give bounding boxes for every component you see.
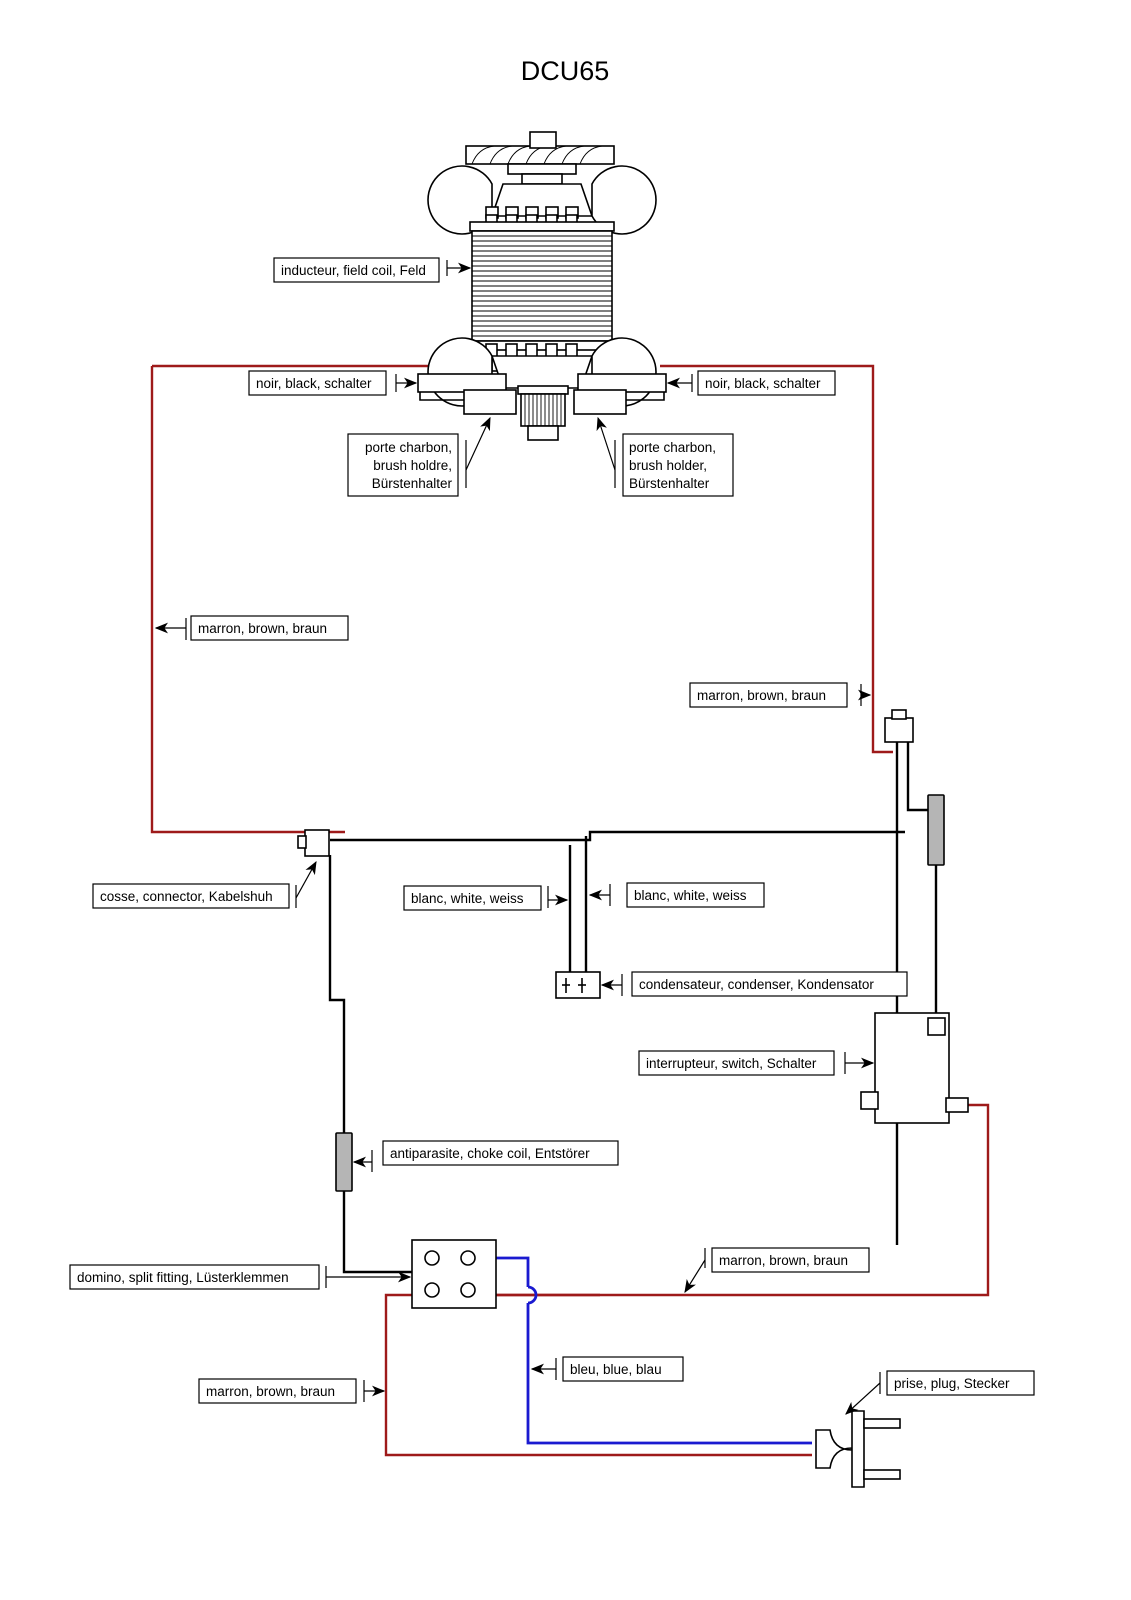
wire-black-top-horizontal	[330, 830, 905, 842]
label-field-coil: inducteur, field coil, Feld	[281, 263, 426, 278]
label-brush-left-1: porte charbon,	[365, 440, 452, 455]
terminal-block[interactable]	[411, 1239, 497, 1309]
label-domino: domino, split fitting, Lüsterklemmen	[77, 1270, 289, 1285]
brush-holder-left[interactable]	[463, 389, 517, 415]
terminal-hole-2	[460, 1250, 476, 1266]
wire-black-choke-to-domino	[342, 1187, 412, 1274]
label-blue: bleu, blue, blau	[570, 1362, 662, 1377]
fan-hub	[521, 173, 563, 185]
label-white-right: blanc, white, weiss	[634, 888, 747, 903]
switch-terminal-top	[927, 1017, 946, 1036]
commutator-body	[520, 393, 566, 427]
plug-pin-bottom	[863, 1469, 901, 1480]
label-brown-right: marron, brown, braun	[697, 688, 826, 703]
field-coil-laminations	[472, 235, 612, 337]
plug-pin-top	[863, 1418, 901, 1429]
switch[interactable]	[860, 1012, 969, 1124]
label-black-right: noir, black, schalter	[705, 376, 821, 391]
terminal-connector-body	[884, 717, 914, 743]
commutator-top	[517, 385, 569, 395]
label-plug: prise, plug, Stecker	[894, 1376, 1010, 1391]
terminal-block-body	[411, 1239, 497, 1309]
connector-body	[304, 829, 330, 857]
brush-holder-right[interactable]	[573, 389, 627, 415]
label-brush-left-2: brush holdre,	[373, 458, 452, 473]
diagram-canvas: DCU65 inducteur, field coil, Feld noir, …	[69, 56, 1035, 1488]
mains-plug[interactable]	[815, 1410, 901, 1488]
label-black-left: noir, black, schalter	[256, 376, 372, 391]
terminal-hole-4	[460, 1282, 476, 1298]
terminal-hole-3	[424, 1282, 440, 1298]
shaft-top	[529, 131, 557, 149]
plug-body	[815, 1410, 865, 1488]
cable-connector[interactable]	[297, 829, 330, 857]
label-brush-right-1: porte charbon,	[629, 440, 716, 455]
label-brush-left-3: Bürstenhalter	[372, 476, 453, 491]
wiring-diagram-page: DCU65 inducteur, field coil, Feld noir, …	[0, 0, 1131, 1600]
bearing-housing-bottom	[490, 355, 594, 389]
label-condenser: condensateur, condenser, Kondensator	[639, 977, 874, 992]
wire-network	[150, 364, 990, 1457]
page-title: DCU65	[521, 56, 610, 86]
label-white-left: blanc, white, weiss	[411, 891, 524, 906]
stator-top-plate	[469, 221, 615, 232]
wire-blue-upper	[495, 1256, 530, 1287]
switch-terminal-bottom	[860, 1091, 879, 1110]
wire-black-to-choke-right	[906, 740, 938, 1013]
label-switch: interrupteur, switch, Schalter	[646, 1056, 817, 1071]
capacitor[interactable]	[555, 971, 601, 999]
leader-lines	[154, 260, 881, 1415]
label-brush-right-2: brush holder,	[629, 458, 707, 473]
wire-brown-left	[150, 366, 345, 834]
fan-hub-plate	[507, 163, 577, 175]
terminal-connector-right[interactable]	[884, 709, 914, 743]
choke-coil-right[interactable]	[927, 794, 945, 866]
label-brush-right-3: Bürstenhalter	[629, 476, 710, 491]
choke-coil-left[interactable]	[335, 1132, 353, 1192]
terminal-hole-1	[424, 1250, 440, 1266]
label-brown-bottom: marron, brown, braun	[206, 1384, 335, 1399]
label-brown-mid: marron, brown, braun	[719, 1253, 848, 1268]
terminal-connector-tab	[891, 709, 907, 720]
shaft-bottom	[527, 425, 559, 441]
label-brown-left: marron, brown, braun	[198, 621, 327, 636]
switch-terminal-side	[945, 1097, 969, 1113]
connector-tab	[297, 835, 307, 849]
motor-assembly	[417, 131, 667, 441]
label-choke: antiparasite, choke coil, Entstörer	[390, 1146, 590, 1161]
label-connector: cosse, connector, Kabelshuh	[100, 889, 273, 904]
wire-black-cosse-down	[328, 855, 346, 1135]
